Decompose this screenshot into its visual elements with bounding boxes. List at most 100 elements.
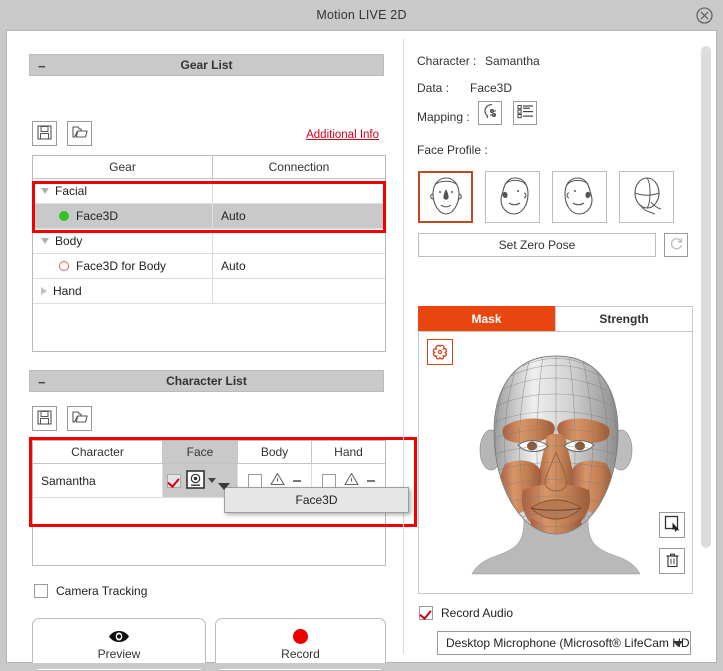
body-enable-checkbox[interactable]	[248, 473, 262, 488]
left-pane: − Gear List Additional Info Gear Connect…	[7, 31, 417, 671]
refresh-icon	[669, 236, 684, 254]
character-open-button[interactable]	[67, 406, 92, 431]
mask-preview-area[interactable]	[418, 331, 693, 594]
face-enable-checkbox[interactable]	[167, 473, 181, 488]
set-zero-pose-button[interactable]: Set Zero Pose	[418, 233, 656, 257]
folder-open-icon	[71, 125, 88, 142]
dialog-content: − Gear List Additional Info Gear Connect…	[6, 30, 717, 671]
gear-list-title: Gear List	[180, 58, 233, 72]
data-field-label: Data :	[417, 81, 450, 95]
table-row[interactable]: Face3D for Body Auto	[33, 254, 385, 279]
audio-device-select[interactable]: Desktop Microphone (Microsoft® LifeCam H…	[437, 631, 691, 655]
expand-collapse-icon[interactable]	[41, 287, 47, 295]
face-profile-label: Face Profile :	[417, 143, 488, 157]
face-profile-option-1[interactable]	[485, 171, 540, 223]
set-zero-pose-label: Set Zero Pose	[498, 238, 576, 252]
face-three-quarter-left-icon	[493, 175, 533, 220]
character-list-collapse-toggle[interactable]: −	[38, 371, 46, 393]
character-column-header-face: Face	[163, 441, 238, 463]
list-settings-icon	[517, 104, 534, 122]
right-pane: Character : Samantha Data : Face3D Mappi…	[407, 31, 717, 662]
camera-tracking-row[interactable]: Camera Tracking	[34, 584, 147, 598]
additional-info-link[interactable]: Additional Info	[306, 127, 379, 141]
gear-list-section-header[interactable]: − Gear List	[29, 54, 384, 76]
character-column-header-character: Character	[33, 441, 163, 463]
webcam-icon[interactable]	[186, 469, 205, 492]
camera-tracking-label: Camera Tracking	[56, 584, 148, 598]
gear-save-button[interactable]	[32, 121, 57, 146]
audio-device-value: Desktop Microphone (Microsoft® LifeCam H…	[446, 636, 691, 650]
face-mapping-icon	[482, 103, 499, 123]
face-front-icon	[426, 175, 466, 220]
delete-mask-button[interactable]	[659, 548, 685, 574]
right-panel-scrollbar[interactable]	[700, 37, 712, 657]
gear-row-label: Body	[55, 234, 83, 248]
face-device-dropdown-menu[interactable]: Face3D	[224, 487, 409, 513]
table-row[interactable]: Face3D Auto	[33, 204, 385, 229]
data-field-value: Face3D	[470, 81, 513, 95]
window-title: Motion LIVE 2D	[316, 8, 407, 22]
gear-table: Gear Connection Facial Face3D Auto Body …	[32, 155, 386, 352]
reset-pose-button[interactable]	[664, 233, 688, 257]
record-audio-checkbox[interactable]	[419, 606, 433, 620]
gear-row-connection: Auto	[221, 259, 246, 273]
gear-row-connection: Auto	[221, 209, 246, 223]
preview-label: Preview	[97, 647, 141, 661]
trash-icon	[665, 552, 680, 571]
expand-collapse-icon[interactable]	[41, 188, 49, 194]
folder-open-icon	[71, 410, 88, 427]
gear-row-label: Facial	[55, 184, 88, 198]
table-row[interactable]: Body	[33, 229, 385, 254]
gear-table-header: Gear Connection	[33, 156, 385, 179]
status-dot-active-icon	[59, 211, 69, 221]
pane-divider	[403, 39, 404, 654]
mapping-label: Mapping :	[417, 110, 470, 124]
right-panel-scroll-thumb[interactable]	[701, 46, 711, 548]
record-audio-label: Record Audio	[441, 606, 514, 620]
table-row[interactable]: Facial	[33, 179, 385, 204]
face-profile-option-2[interactable]	[552, 171, 607, 223]
eye-icon	[108, 628, 130, 644]
expand-collapse-icon[interactable]	[41, 238, 49, 244]
face-wireframe-icon	[627, 175, 667, 220]
hand-enable-checkbox[interactable]	[322, 473, 336, 488]
save-icon	[37, 409, 52, 428]
close-icon[interactable]	[695, 6, 713, 24]
dropdown-option-face3d[interactable]: Face3D	[295, 493, 337, 507]
body-device-dropdown-arrow[interactable]	[293, 479, 301, 482]
gear-row-label: Face3D for Body	[76, 259, 167, 273]
tab-mask[interactable]: Mask	[418, 306, 555, 331]
record-label: Record	[281, 647, 320, 661]
character-list-title: Character List	[166, 374, 247, 388]
character-table-header: Character Face Body Hand	[33, 441, 385, 464]
tab-strength[interactable]: Strength	[555, 306, 693, 331]
character-save-button[interactable]	[32, 406, 57, 431]
record-audio-row[interactable]: Record Audio	[419, 606, 513, 620]
table-row[interactable]: Hand	[33, 279, 385, 304]
gear-column-header-connection: Connection	[268, 160, 330, 174]
save-icon	[37, 124, 52, 143]
face-mapping-button[interactable]	[478, 101, 502, 125]
face-device-dropdown-arrow[interactable]	[208, 478, 216, 483]
gear-open-button[interactable]	[67, 121, 92, 146]
list-settings-button[interactable]	[513, 101, 537, 125]
chevron-down-icon[interactable]	[673, 641, 683, 647]
character-column-header-body: Body	[238, 441, 312, 463]
character-field-value: Samantha	[485, 54, 540, 68]
character-list-section-header[interactable]: − Character List	[29, 370, 384, 392]
hand-device-dropdown-arrow[interactable]	[367, 479, 375, 482]
head-mesh-preview	[471, 355, 641, 575]
gear-row-label: Hand	[53, 284, 82, 298]
character-column-header-hand: Hand	[334, 445, 363, 459]
window-bottom-edge	[0, 663, 723, 669]
select-region-button[interactable]	[659, 512, 685, 538]
app-window: Motion LIVE 2D − Gear List Additional In…	[0, 0, 723, 671]
character-name: Samantha	[41, 473, 96, 488]
face-profile-option-0[interactable]	[418, 171, 473, 223]
face-profile-option-3[interactable]	[619, 171, 674, 223]
mask-edit-icon[interactable]	[427, 339, 453, 365]
mask-strength-tabs: Mask Strength	[418, 306, 693, 331]
camera-tracking-checkbox[interactable]	[34, 584, 48, 598]
gear-list-collapse-toggle[interactable]: −	[38, 55, 46, 77]
title-bar: Motion LIVE 2D	[0, 0, 723, 30]
